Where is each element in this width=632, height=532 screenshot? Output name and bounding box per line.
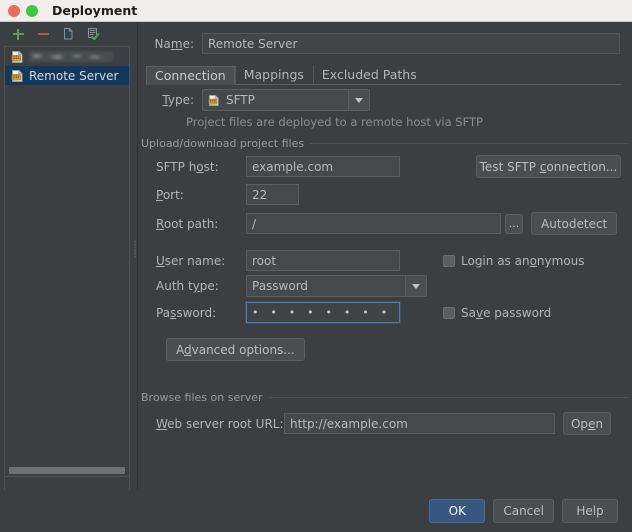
dialog-button-bar: OK Cancel Help [0,490,632,532]
ok-button[interactable]: OK [429,499,486,523]
close-button[interactable] [8,4,20,17]
browse-group-header: Browse files on server [141,391,628,404]
deployment-server-list-panel: Remote Server [0,22,132,490]
window-title-bar: Deployment [0,0,632,22]
window-title: Deployment [52,3,138,18]
save-password-checkbox[interactable]: Save password [443,306,551,320]
connection-settings-panel: Name: Remote Server Connection Mappings … [138,22,632,490]
auth-type-label: Auth type: [156,279,219,293]
cancel-button[interactable]: Cancel [493,499,554,523]
login-as-anonymous-checkbox[interactable]: Login as anonymous [443,254,585,268]
set-default-check-icon[interactable] [85,26,101,42]
list-item-label-redacted [29,51,113,62]
type-hint-text: Project files are deployed to a remote h… [186,115,483,129]
auth-type-select[interactable]: Password [246,275,427,297]
maximize-button[interactable] [26,4,38,17]
server-list[interactable]: Remote Server [4,46,130,490]
autodetect-button[interactable]: Autodetect [531,212,618,235]
name-label: Name: [154,36,194,51]
chevron-down-icon[interactable] [405,276,426,296]
remove-icon[interactable] [35,26,51,42]
list-item[interactable]: Remote Server [5,66,129,85]
port-input[interactable]: 22 [246,184,299,205]
type-label: Type: [162,93,194,107]
tab-excluded-paths[interactable]: Excluded Paths [312,65,426,84]
user-name-row: User name: root [156,250,400,271]
tab-mappings[interactable]: Mappings [234,65,313,84]
web-server-root-url-label: Web server root URL: [156,416,284,431]
chevron-down-icon[interactable] [348,90,369,110]
tab-connection[interactable]: Connection [146,66,235,85]
group-separator-line [310,143,628,144]
list-item[interactable] [5,47,129,66]
auth-type-row: Auth type: Password [156,275,427,297]
help-button[interactable]: Help [562,499,618,523]
web-server-root-url-row: Web server root URL: http://example.com … [156,412,611,435]
advanced-options-button[interactable]: Advanced options... [166,338,305,361]
dialog-body: Remote Server Name: Remote Server Connec… [0,22,632,532]
root-path-input[interactable]: / [246,213,501,234]
password-label: Password: [156,305,217,320]
upload-group-header: Upload/download project files [141,137,628,150]
password-row: Password: • • • • • • • • • • • • [156,302,400,323]
root-path-row: Root path: / ... Autodetect [156,212,618,235]
add-icon[interactable] [10,26,26,42]
user-name-input[interactable]: root [246,250,400,271]
sftp-type-icon [208,94,221,107]
root-path-label: Root path: [156,216,219,231]
checkbox-box-icon [443,255,455,267]
sftp-host-row: SFTP host: example.com [156,156,400,177]
settings-tabs: Connection Mappings Excluded Paths [146,64,621,85]
port-label: Port: [156,187,184,202]
scrollbar-thumb[interactable] [9,467,125,474]
test-sftp-connection-button[interactable]: Test SFTP connection... [476,155,621,178]
open-button[interactable]: Open [563,412,611,435]
auth-type-value: Password [252,279,309,293]
type-row: Type: SFTP [146,89,370,111]
server-list-toolbar [0,22,132,46]
type-select[interactable]: SFTP [202,89,370,111]
password-input[interactable]: • • • • • • • • • • • • [246,302,400,323]
name-input[interactable]: Remote Server [202,33,620,54]
sftp-host-input[interactable]: example.com [246,156,400,177]
root-path-browse-button[interactable]: ... [505,213,523,234]
sftp-host-label: SFTP host: [156,159,219,174]
splitter-grip-icon [134,240,136,258]
list-item-label: Remote Server [29,68,119,83]
server-list-horizontal-scrollbar[interactable] [4,465,130,477]
dialog-upper-area: Remote Server Name: Remote Server Connec… [0,22,632,490]
copy-icon[interactable] [60,26,76,42]
port-row: Port: 22 [156,184,299,205]
sftp-server-icon [11,50,24,64]
user-name-label: User name: [156,253,226,268]
web-server-root-url-input[interactable]: http://example.com [284,413,555,434]
type-value: SFTP [226,93,255,107]
group-separator-line [268,397,628,398]
checkbox-box-icon [443,307,455,319]
name-row: Name: Remote Server [146,33,621,54]
sftp-server-icon [11,69,24,83]
